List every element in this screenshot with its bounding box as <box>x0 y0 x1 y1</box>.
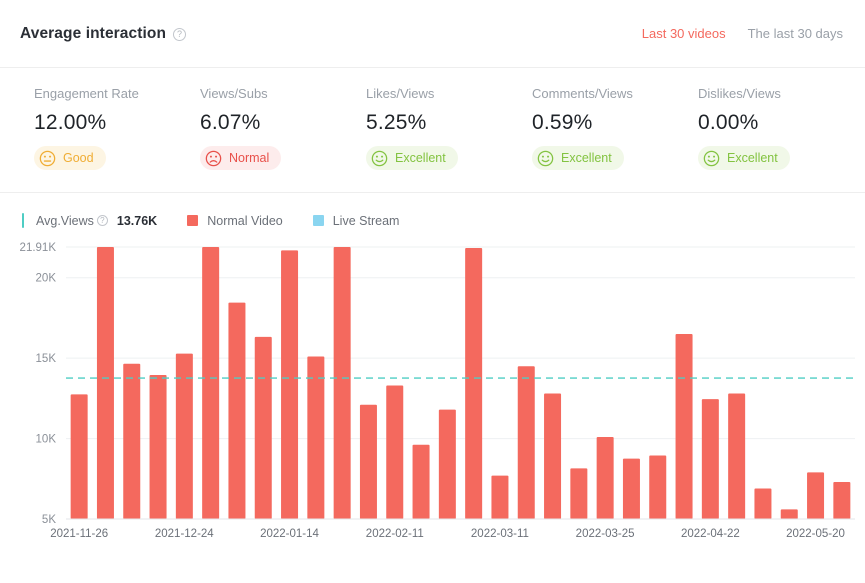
bar[interactable] <box>281 250 298 519</box>
bar[interactable] <box>570 468 587 519</box>
status-badge: Excellent <box>366 146 458 170</box>
status-badge: Good <box>34 146 106 170</box>
smiling-face-icon <box>537 150 554 167</box>
bar[interactable] <box>728 393 745 518</box>
metric-label: Engagement Rate <box>34 86 200 101</box>
bar-chart: 5K 10K 15K 20K 21.91K 2021-11-26 2021-12-24 202… <box>0 235 865 565</box>
legend-swatch-live-stream <box>313 215 324 226</box>
bar[interactable] <box>360 404 377 518</box>
average-line-swatch <box>22 213 24 228</box>
metric-card: Comments/Views 0.59% Excellent <box>532 86 698 172</box>
status-badge-label: Normal <box>229 151 269 165</box>
smiling-face-icon <box>703 150 720 167</box>
bar[interactable] <box>702 399 719 519</box>
x-axis-tick-label: 2022-04-22 <box>681 528 740 540</box>
bar-chart-svg: 5K 10K 15K 20K 21.91K 2021-11-26 2021-12-24 202… <box>0 235 865 565</box>
y-axis-tick-label: 10K <box>36 433 57 445</box>
x-axis-tick-label: 2021-11-26 <box>50 528 108 540</box>
bar[interactable] <box>465 247 482 518</box>
metric-value: 0.00% <box>698 111 864 135</box>
legend-label-live-stream: Live Stream <box>333 214 400 228</box>
legend-swatch-normal-video <box>187 215 198 226</box>
bar[interactable] <box>544 393 561 518</box>
status-badge: Normal <box>200 146 281 170</box>
bar[interactable] <box>97 247 114 519</box>
question-mark-icon[interactable]: ? <box>97 215 108 226</box>
page-title-wrap: Average interaction ? <box>20 25 186 43</box>
y-axis-tick-label: 21.91K <box>20 242 57 254</box>
bar[interactable] <box>597 436 614 518</box>
x-axis-tick-label: 2021-12-24 <box>155 528 214 540</box>
status-badge-label: Excellent <box>561 151 612 165</box>
metric-card: Dislikes/Views 0.00% Excellent <box>698 86 864 172</box>
y-axis-tick-label: 5K <box>42 514 56 526</box>
tab-last-30-videos[interactable]: Last 30 videos <box>642 26 726 41</box>
bar[interactable] <box>386 385 403 519</box>
x-axis-tick-label: 2022-03-11 <box>471 528 529 540</box>
frowning-face-icon <box>205 150 222 167</box>
bar[interactable] <box>676 334 693 519</box>
smiling-face-icon <box>371 150 388 167</box>
legend-avg-value: 13.76K <box>117 214 157 228</box>
neutral-face-icon <box>39 150 56 167</box>
metric-label: Dislikes/Views <box>698 86 864 101</box>
y-axis-tick-label: 20K <box>36 272 57 284</box>
bar[interactable] <box>649 455 666 519</box>
bar[interactable] <box>807 472 824 519</box>
x-axis-tick-label: 2022-03-25 <box>576 528 635 540</box>
x-axis-tick-label: 2022-01-14 <box>260 528 319 540</box>
status-badge-label: Good <box>63 151 94 165</box>
legend-average-views: Avg.Views ? 13.76K <box>22 213 157 228</box>
bar[interactable] <box>781 509 798 519</box>
x-axis-tick-label: 2022-02-11 <box>366 528 424 540</box>
status-badge-label: Excellent <box>395 151 446 165</box>
bar[interactable] <box>334 247 351 519</box>
chart-legend: Avg.Views ? 13.76K Normal Video Live Str… <box>0 193 865 235</box>
bar[interactable] <box>307 356 324 518</box>
metric-value: 5.25% <box>366 111 532 135</box>
bar[interactable] <box>255 336 272 518</box>
status-badge: Excellent <box>698 146 790 170</box>
bar[interactable] <box>491 475 508 518</box>
bar[interactable] <box>518 366 535 519</box>
status-badge: Excellent <box>532 146 624 170</box>
legend-label-normal-video: Normal Video <box>207 214 283 228</box>
legend-item-normal-video[interactable]: Normal Video <box>187 214 283 228</box>
x-axis-tick-label: 2022-05-20 <box>786 528 845 540</box>
bar[interactable] <box>123 363 140 518</box>
metrics-row: Engagement Rate 12.00% Good Views/Subs 6.07%… <box>0 68 865 193</box>
legend-item-live-stream[interactable]: Live Stream <box>313 214 400 228</box>
bar[interactable] <box>71 394 88 519</box>
bar[interactable] <box>623 458 640 518</box>
average-interaction-panel: Average interaction ? Last 30 videos The… <box>0 0 865 583</box>
page-title: Average interaction <box>20 25 166 43</box>
bar[interactable] <box>833 482 850 519</box>
bar[interactable] <box>754 488 771 519</box>
status-badge-label: Excellent <box>727 151 778 165</box>
metric-value: 6.07% <box>200 111 366 135</box>
question-mark-icon[interactable]: ? <box>173 28 186 41</box>
panel-header: Average interaction ? Last 30 videos The… <box>0 0 865 68</box>
bar[interactable] <box>413 444 430 518</box>
legend-avg-label: Avg.Views <box>36 214 94 228</box>
bar[interactable] <box>202 247 219 519</box>
metric-value: 0.59% <box>532 111 698 135</box>
bar[interactable] <box>150 375 167 519</box>
bar[interactable] <box>228 302 245 518</box>
metric-card: Likes/Views 5.25% Excellent <box>366 86 532 172</box>
metric-card: Engagement Rate 12.00% Good <box>34 86 200 172</box>
metric-label: Likes/Views <box>366 86 532 101</box>
metric-card: Views/Subs 6.07% Normal <box>200 86 366 172</box>
metric-value: 12.00% <box>34 111 200 135</box>
tab-last-30-days[interactable]: The last 30 days <box>748 26 843 41</box>
metric-label: Views/Subs <box>200 86 366 101</box>
y-axis-tick-label: 15K <box>36 353 57 365</box>
metric-label: Comments/Views <box>532 86 698 101</box>
bar[interactable] <box>439 409 456 518</box>
